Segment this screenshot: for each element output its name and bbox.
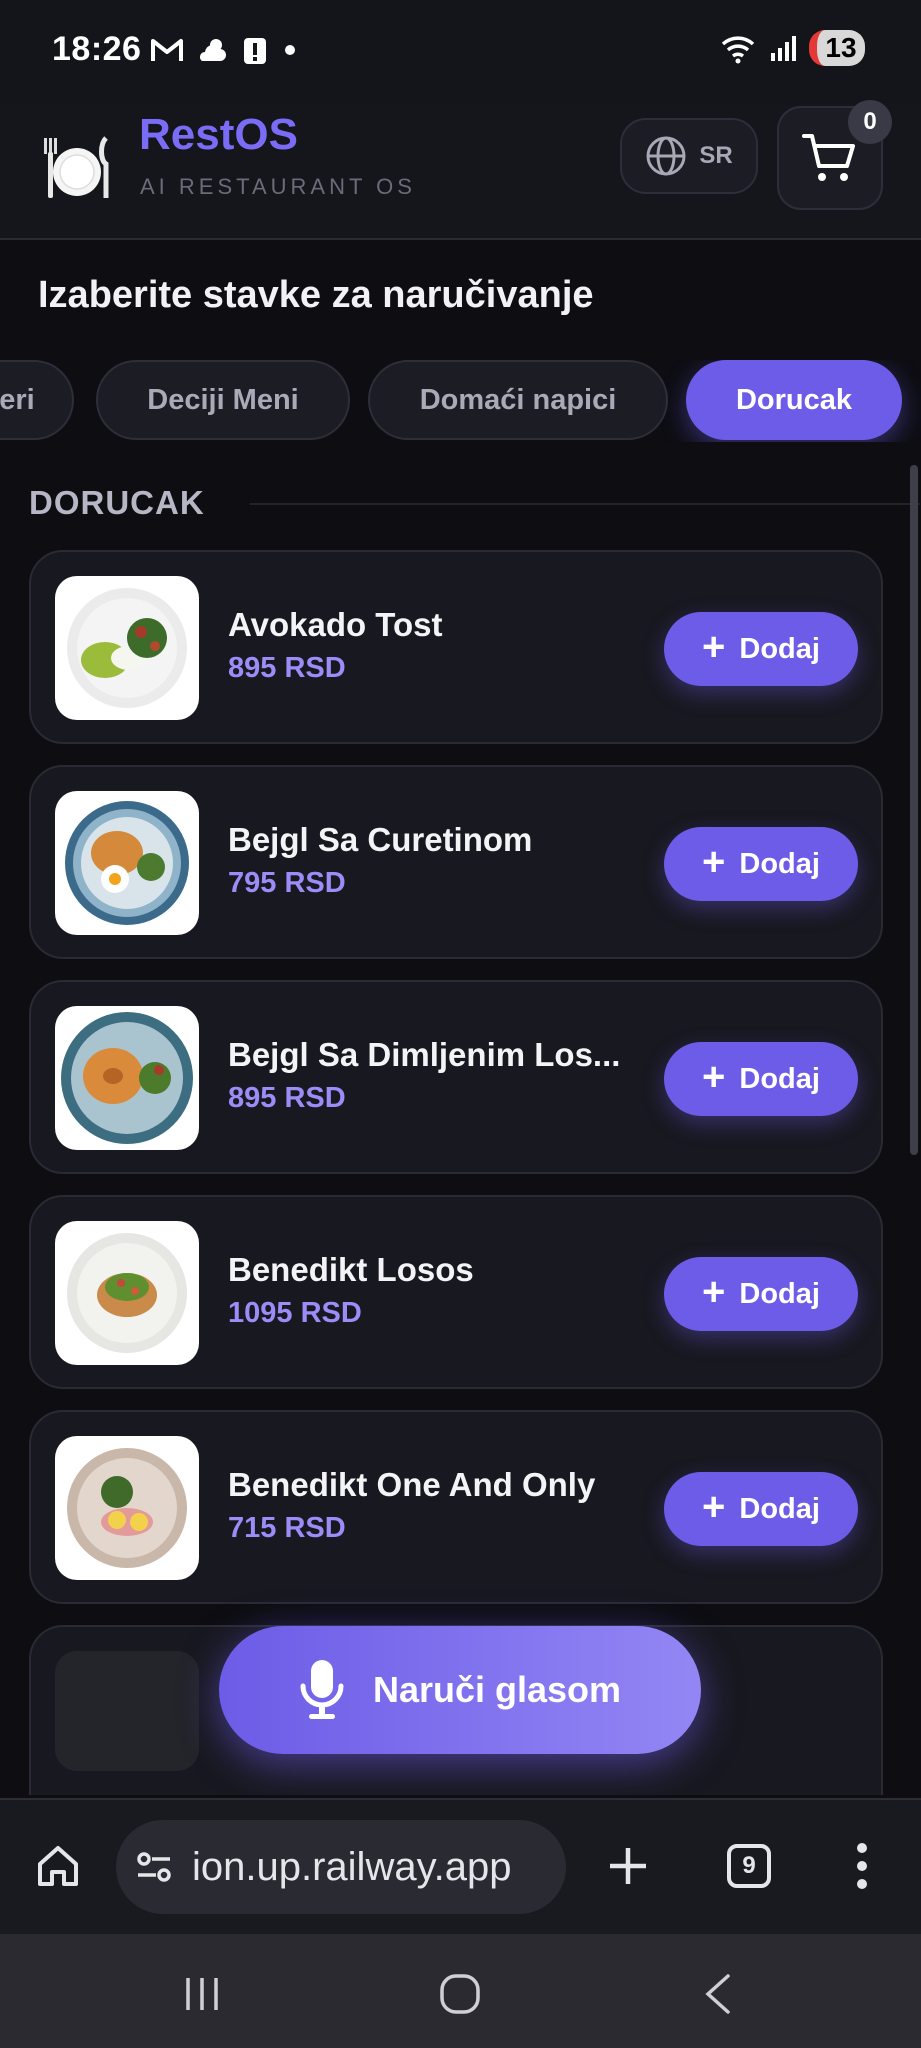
item-price: 895 RSD [228,652,346,684]
app-header: RestOS AI RESTAURANT OS SR 0 [0,100,921,240]
menu-item-card[interactable]: Avokado Tost 895 RSD + Dodaj [29,550,883,744]
item-image-bejgl-sa-dimljenim-lososom [55,1006,199,1150]
food-plate-image [61,1012,193,1144]
plus-icon: + [702,1055,726,1099]
back-icon[interactable] [700,1972,736,2016]
category-chip-dorucak[interactable]: Dorucak [686,360,902,440]
item-name: Avokado Tost [228,606,443,643]
plus-icon: + [702,625,726,669]
add-button[interactable]: + Dodaj [664,827,858,901]
signal-icon [771,36,796,61]
brand-title: RestOS [139,110,298,159]
url-text: ion.up.railway.app [192,1844,512,1889]
category-chip-domaci-napici[interactable]: Domaći napici [368,360,668,440]
plus-icon: + [702,1270,726,1314]
add-button[interactable]: + Dodaj [664,1257,858,1331]
food-plate-image [65,801,189,925]
menu-item-card[interactable]: Benedikt One And Only 715 RSD + Dodaj [29,1410,883,1604]
menu-item-card[interactable]: Bejgl Sa Dimljenim Los... 895 RSD + Doda… [29,980,883,1174]
item-price: 715 RSD [228,1512,346,1544]
more-options-icon[interactable] [850,1840,874,1892]
item-price: 1095 RSD [228,1297,362,1329]
battery-indicator: 13 [809,30,865,66]
new-tab-icon[interactable] [606,1844,650,1888]
menu-item-card[interactable]: Bejgl Sa Curetinom 795 RSD + Dodaj [29,765,883,959]
plate-cutlery-icon [44,136,109,198]
browser-toolbar: ion.up.railway.app 9 [0,1798,921,1934]
item-price: 795 RSD [228,867,346,899]
system-navigation-bar [0,1934,921,2048]
weather-icon [200,39,226,61]
category-tabs: eri Deciji Meni Domaći napici Dorucak [0,360,921,442]
item-image-bejgl-sa-curetinom [55,791,199,935]
item-image-benedikt-one-and-only [55,1436,199,1580]
language-button[interactable]: SR [620,118,758,194]
dot-icon [285,45,295,55]
item-image-avokado-tost [55,576,199,720]
recent-apps-icon[interactable] [182,1974,222,2014]
status-time: 18:26 [52,30,142,68]
food-plate-image [67,588,187,708]
section-divider [250,503,920,505]
food-plate-image [67,1233,187,1353]
url-bar[interactable]: ion.up.railway.app [116,1820,566,1914]
scrollbar[interactable] [910,465,918,1155]
add-button[interactable]: + Dodaj [664,1472,858,1546]
home-nav-icon[interactable] [438,1972,482,2016]
add-button-label: Dodaj [739,1277,820,1310]
food-plate-image [67,1448,187,1568]
language-label: SR [699,142,733,169]
item-price: 895 RSD [228,1082,346,1114]
add-button-label: Dodaj [739,632,820,665]
item-image-benedikt-losos [55,1221,199,1365]
status-notification-icons [150,34,300,66]
plus-icon: + [702,1485,726,1529]
category-chip-partial[interactable]: eri [0,360,74,440]
add-button-label: Dodaj [739,847,820,880]
tab-switcher-button[interactable]: 9 [727,1844,771,1888]
site-settings-icon[interactable] [134,1847,174,1887]
gmail-icon [151,39,183,61]
add-button-label: Dodaj [739,1492,820,1525]
add-button-label: Dodaj [739,1062,820,1095]
status-bar: 18:26 13 [0,0,921,104]
item-name: Benedikt Losos [228,1251,474,1288]
brand-tagline: AI RESTAURANT OS [140,174,416,199]
microphone-icon [300,1660,344,1719]
voice-order-button[interactable]: Naruči glasom [219,1626,701,1754]
voice-order-label: Naruči glasom [372,1669,622,1710]
item-name: Bejgl Sa Dimljenim Los... [228,1036,621,1073]
status-system-icons: 13 [719,30,865,66]
menu-item-card[interactable]: Benedikt Losos 1095 RSD + Dodaj [29,1195,883,1389]
category-chip-deciji-meni[interactable]: Deciji Meni [96,360,350,440]
add-button[interactable]: + Dodaj [664,612,858,686]
item-name: Bejgl Sa Curetinom [228,821,533,858]
plus-icon: + [702,840,726,884]
wifi-icon [721,36,755,64]
add-button[interactable]: + Dodaj [664,1042,858,1116]
home-icon[interactable] [36,1844,80,1888]
item-name: Benedikt One And Only [228,1466,596,1503]
section-title: DORUCAK [29,484,205,521]
alert-icon [244,38,266,64]
page-title: Izaberite stavke za naručivanje [38,274,594,316]
cart-icon [802,134,855,181]
item-image-partial [55,1651,199,1771]
cart-count-badge: 0 [848,100,892,144]
globe-icon [646,136,686,176]
